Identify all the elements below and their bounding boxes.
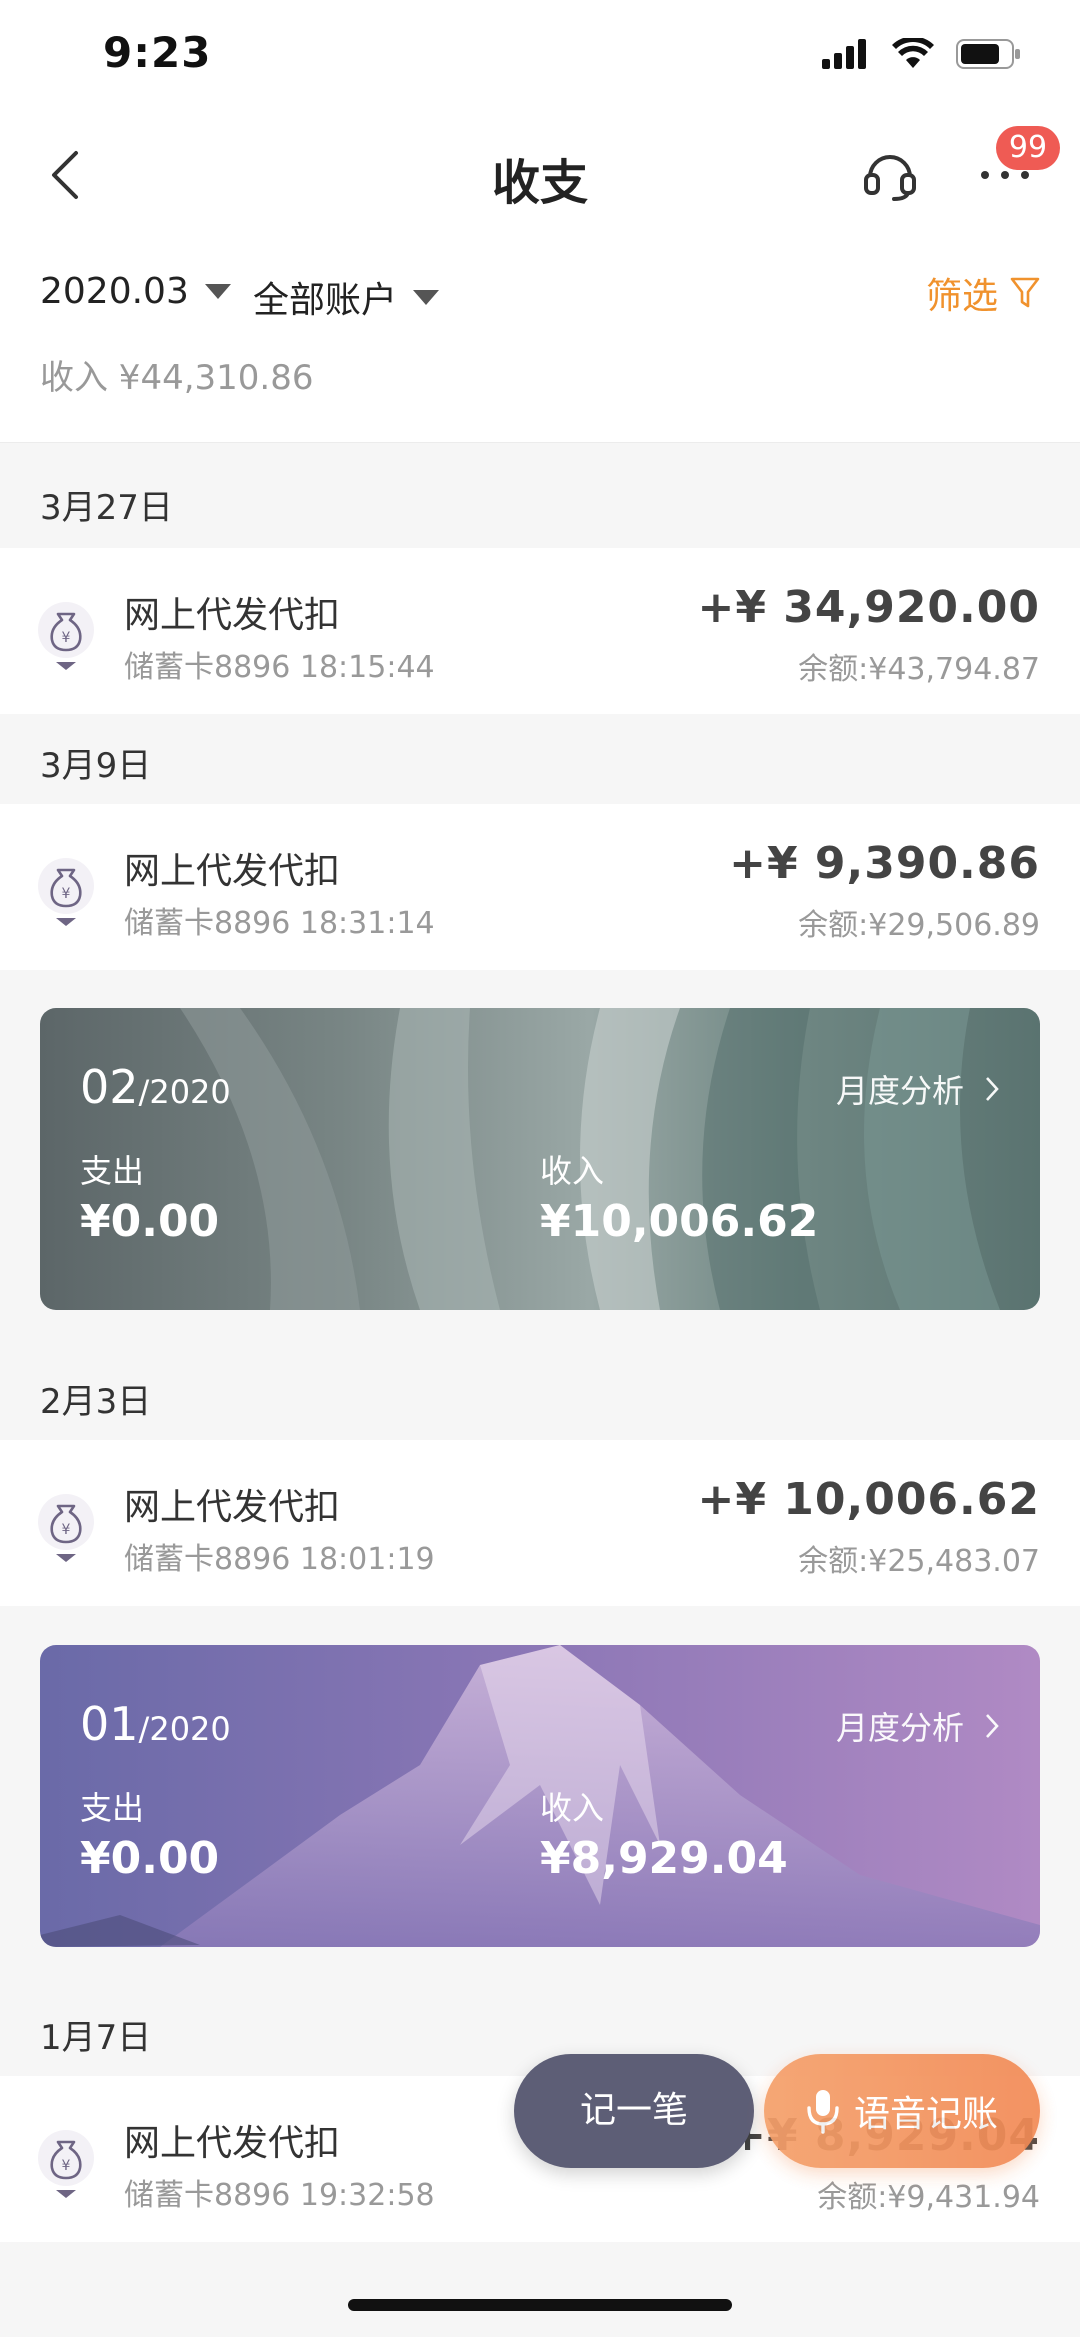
income-label: 收入 (540, 1152, 605, 1190)
money-bag-icon: ¥ (38, 1494, 94, 1562)
transaction-account-time: 储蓄卡8896 18:15:44 (124, 650, 435, 685)
transaction-balance: 余额:¥9,431.94 (817, 2180, 1040, 2215)
money-bag-icon: ¥ (38, 2130, 94, 2198)
svg-text:¥: ¥ (62, 1522, 71, 1538)
status-time: 9:23 (103, 28, 212, 77)
date-header: 2月3日 (40, 1382, 152, 1422)
nav-bar: 收支 (0, 115, 1080, 235)
income-value: ¥10,006.62 (540, 1196, 819, 1247)
transaction-account-time: 储蓄卡8896 18:01:19 (124, 1542, 435, 1577)
transaction-row[interactable]: ¥ 网上代发代扣 储蓄卡8896 18:31:14 +¥ 9,390.86 余额… (0, 804, 1080, 970)
transaction-title: 网上代发代扣 (124, 1487, 341, 1528)
income-summary: 收入 ¥44,310.86 (40, 358, 314, 398)
transaction-account-time: 储蓄卡8896 19:32:58 (124, 2178, 435, 2213)
add-record-button[interactable]: 记一笔 (514, 2054, 754, 2168)
expense-label: 支出 (80, 1152, 145, 1190)
svg-text:¥: ¥ (62, 630, 71, 646)
money-bag-icon: ¥ (38, 602, 94, 670)
status-bar: 9:23 (0, 0, 1080, 115)
chevron-right-icon (986, 1077, 999, 1101)
monthly-summary-card[interactable]: 01/2020 月度分析 支出 ¥0.00 收入 ¥8,929.04 (40, 1645, 1040, 1947)
date-header: 1月7日 (40, 2018, 152, 2058)
battery-icon (956, 39, 1020, 69)
card-period: 01/2020 (80, 1697, 231, 1751)
svg-text:¥: ¥ (62, 2158, 71, 2174)
dropdown-triangle-icon (204, 284, 231, 299)
monthly-analysis-link[interactable]: 月度分析 (836, 1703, 1000, 1749)
transaction-title: 网上代发代扣 (124, 595, 341, 636)
monthly-analysis-label: 月度分析 (835, 1072, 964, 1110)
income-label: 收入 (540, 1789, 605, 1827)
transaction-row[interactable]: ¥ 网上代发代扣 储蓄卡8896 18:01:19 +¥ 10,006.62 余… (0, 1440, 1080, 1606)
transaction-balance: 余额:¥25,483.07 (798, 1544, 1040, 1579)
notification-badge: 99 (996, 126, 1060, 170)
date-header: 3月9日 (40, 746, 152, 786)
monthly-summary-card[interactable]: 02/2020 月度分析 支出 ¥0.00 收入 ¥10,006.62 (40, 1008, 1040, 1310)
date-header: 3月27日 (40, 488, 173, 528)
money-bag-icon: ¥ (38, 858, 94, 926)
expense-value: ¥0.00 (80, 1833, 220, 1884)
chevron-right-icon (986, 1714, 999, 1738)
card-period: 02/2020 (80, 1060, 231, 1114)
account-selector-label: 全部账户 (253, 280, 398, 321)
expense-label: 支出 (80, 1789, 145, 1827)
transaction-account-time: 储蓄卡8896 18:31:14 (124, 906, 435, 941)
transaction-title: 网上代发代扣 (124, 2123, 341, 2164)
transaction-amount: +¥ 34,920.00 (697, 582, 1040, 633)
account-selector[interactable]: 全部账户 (253, 271, 440, 323)
monthly-analysis-link[interactable]: 月度分析 (836, 1066, 1000, 1112)
svg-text:¥: ¥ (62, 886, 71, 902)
card-year: /2020 (138, 1710, 231, 1748)
card-month: 02 (80, 1060, 139, 1114)
cellular-signal-icon (822, 39, 866, 69)
month-selector[interactable]: 2020.03 (40, 271, 231, 312)
monthly-analysis-label: 月度分析 (835, 1709, 964, 1747)
voice-record-label: 语音记账 (853, 2094, 998, 2135)
transaction-amount: +¥ 10,006.62 (697, 1474, 1040, 1525)
card-month: 01 (80, 1697, 139, 1751)
screen: 9:23 收支 99 2020.03 全部账户 筛选 收入 ¥44,310.86… (0, 0, 1080, 2337)
filter-button[interactable]: 筛选 (926, 267, 1040, 319)
status-icons (822, 38, 1022, 70)
funnel-filter-icon (1010, 277, 1040, 308)
card-year: /2020 (138, 1073, 231, 1111)
microphone-icon (807, 2090, 839, 2134)
transaction-balance: 余额:¥43,794.87 (798, 652, 1040, 687)
voice-record-button[interactable]: 语音记账 (764, 2054, 1040, 2168)
expense-value: ¥0.00 (80, 1196, 220, 1247)
filter-button-label: 筛选 (925, 276, 998, 317)
customer-service-headset-icon[interactable] (860, 143, 920, 203)
transaction-title: 网上代发代扣 (124, 851, 341, 892)
transaction-balance: 余额:¥29,506.89 (798, 908, 1040, 943)
filter-bar: 2020.03 全部账户 筛选 收入 ¥44,310.86 (0, 235, 1080, 443)
dropdown-triangle-icon (413, 289, 440, 305)
income-value: ¥8,929.04 (540, 1833, 788, 1884)
month-selector-label: 2020.03 (40, 271, 189, 312)
transaction-row[interactable]: ¥ 网上代发代扣 储蓄卡8896 18:15:44 +¥ 34,920.00 余… (0, 548, 1080, 714)
wifi-icon (892, 38, 934, 68)
home-indicator (348, 2299, 732, 2311)
transaction-amount: +¥ 9,390.86 (729, 838, 1040, 889)
